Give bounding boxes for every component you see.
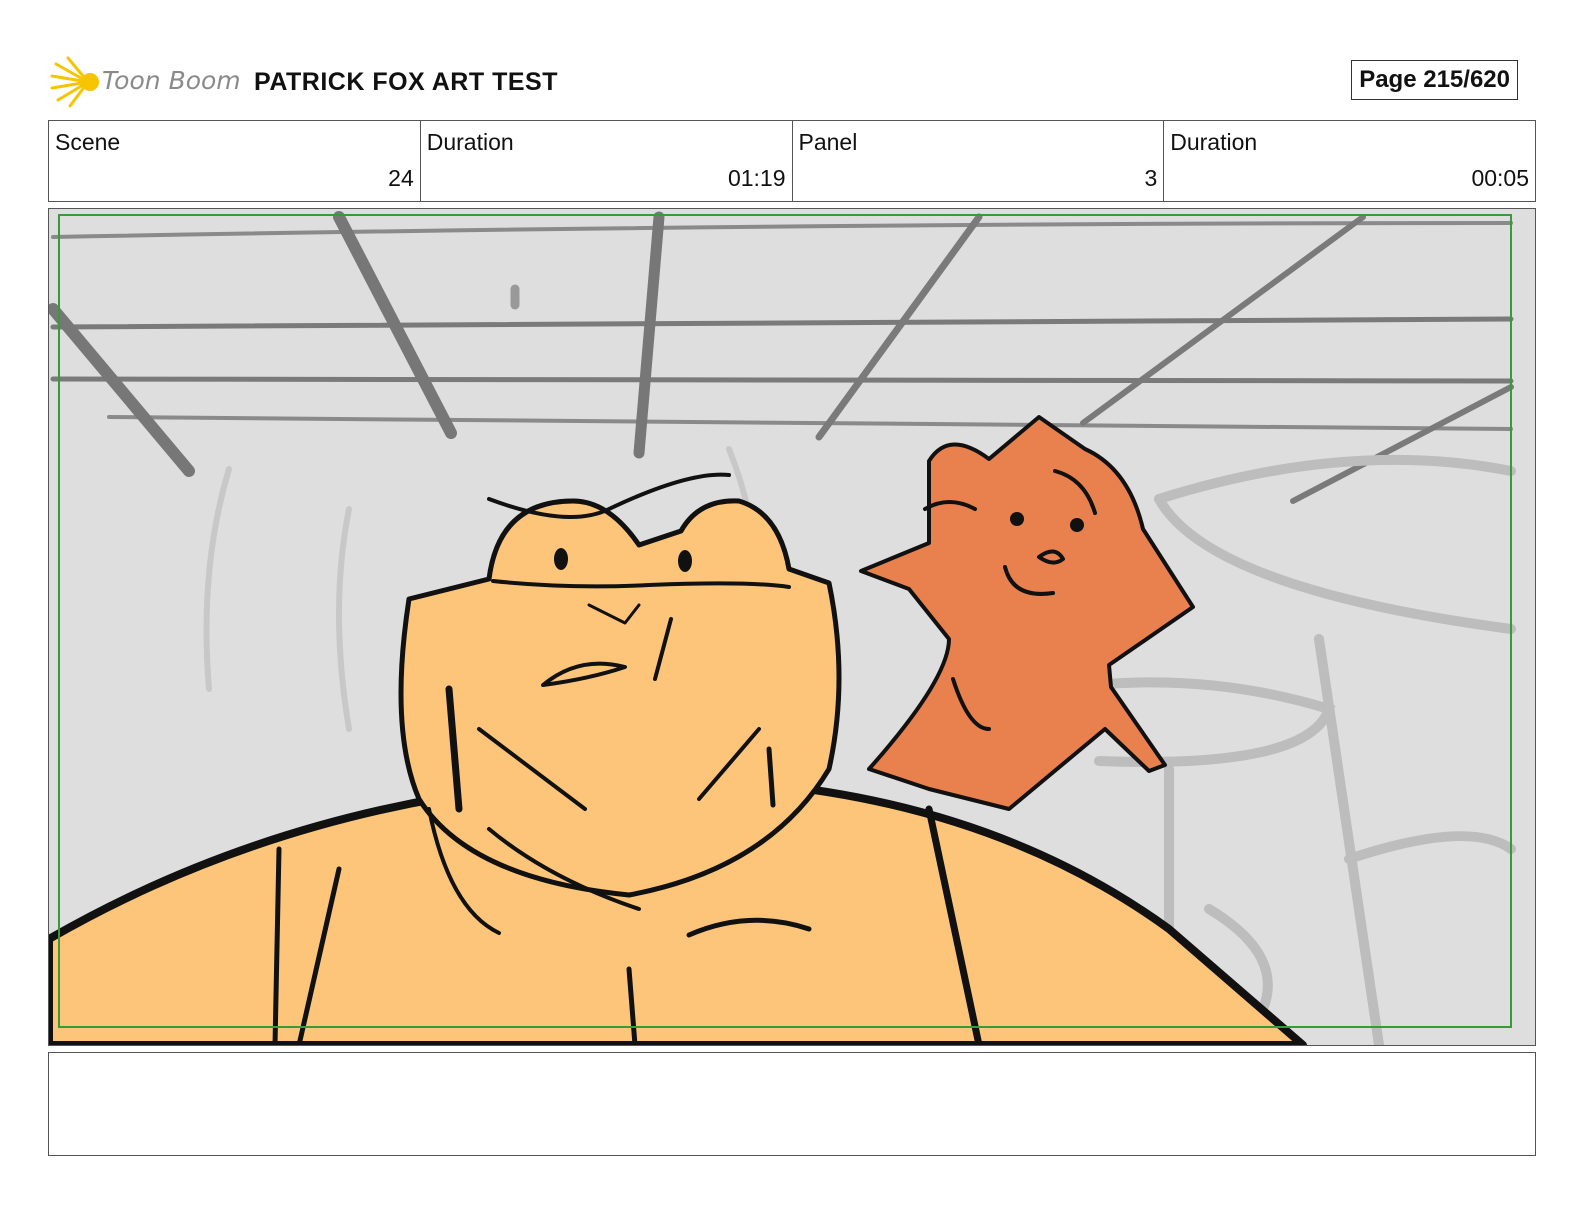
panel-duration-value: 00:05: [1471, 165, 1529, 191]
panel-duration-label: Duration: [1170, 129, 1258, 155]
sunburst-icon: [50, 56, 99, 108]
page-header: Toon Boom PATRICK FOX ART TEST Page 215/…: [48, 52, 1536, 112]
scene-label: Scene: [55, 129, 121, 155]
storyboard-panel: [48, 208, 1536, 1046]
scene-cell: Scene 24: [49, 121, 421, 201]
scene-duration-cell: Duration 01:19: [421, 121, 793, 201]
panel-notes-box: [48, 1052, 1536, 1156]
scene-value: 24: [388, 165, 414, 191]
project-title: PATRICK FOX ART TEST: [254, 68, 558, 96]
panel-label: Panel: [798, 129, 858, 155]
scene-info-table: Scene 24 Duration 01:19 Panel 3 Duration…: [48, 120, 1536, 202]
page-number: Page 215/620: [1351, 60, 1518, 100]
logo-text: Toon Boom: [102, 66, 241, 95]
panel-duration-cell: Duration 00:05: [1164, 121, 1535, 201]
toon-boom-logo: Toon Boom: [48, 52, 241, 110]
panel-drawing: [49, 209, 1535, 1045]
panel-value: 3: [1144, 165, 1158, 191]
scene-duration-label: Duration: [426, 129, 514, 155]
panel-cell: Panel 3: [793, 121, 1165, 201]
scene-duration-value: 01:19: [727, 165, 786, 191]
